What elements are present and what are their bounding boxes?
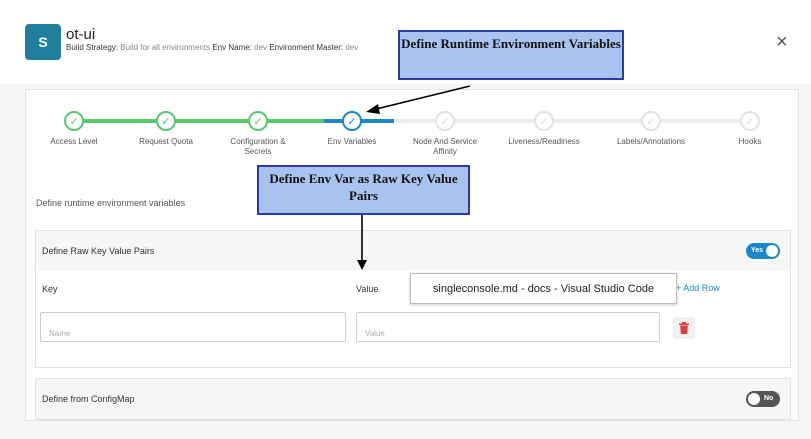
arrow-to-env-step <box>375 85 471 110</box>
dialog: S ot-ui Build Strategy: Build for all en… <box>0 0 811 439</box>
annotation-arrows <box>357 85 471 270</box>
arrow-head-env-step <box>366 104 380 114</box>
arrow-head-raw-section <box>357 260 367 270</box>
